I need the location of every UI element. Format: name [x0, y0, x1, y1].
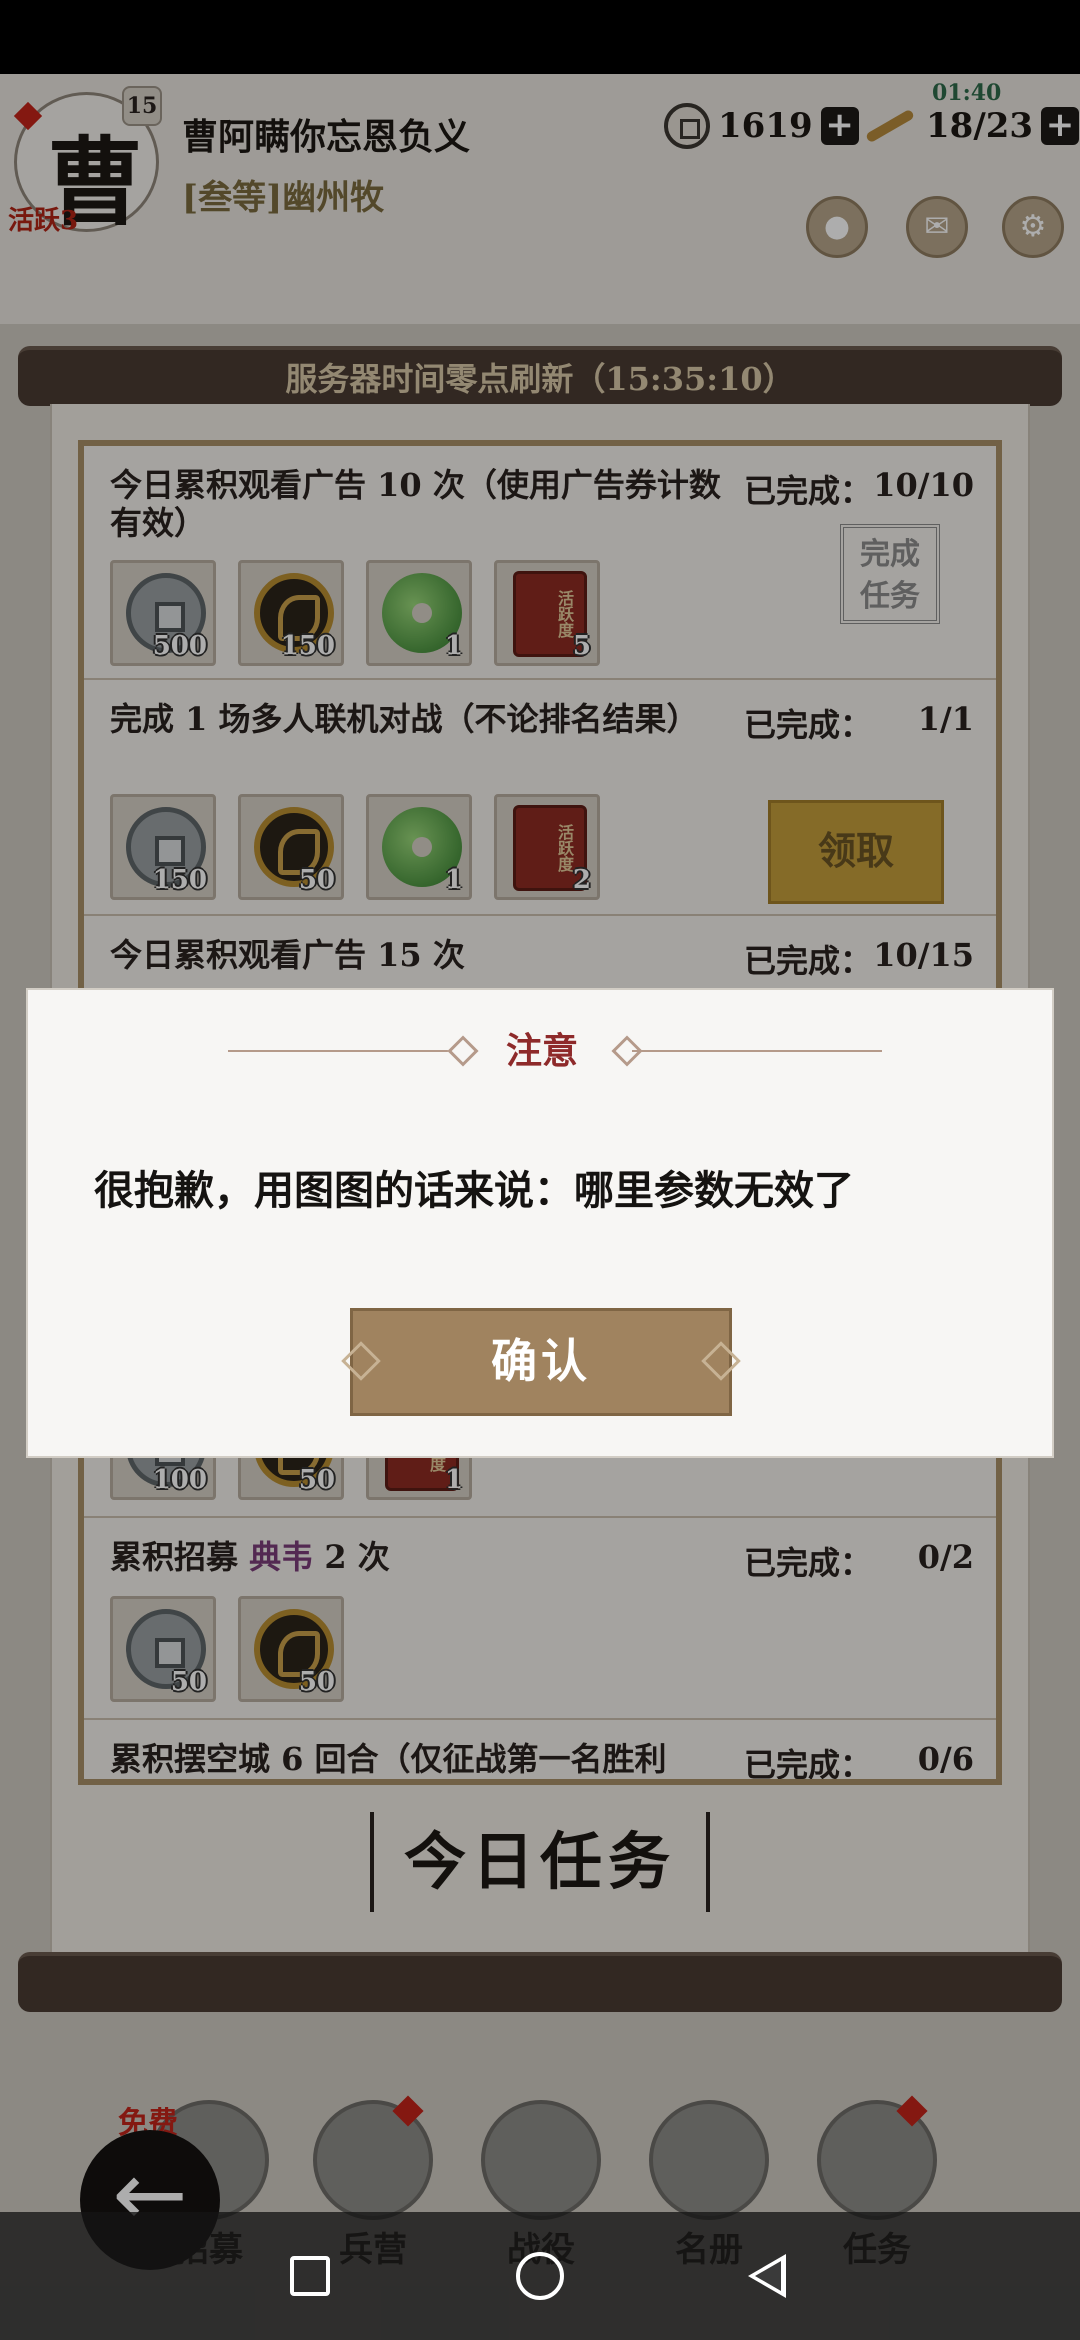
dialog-message: 很抱歉，用图图的话来说：哪里参数无效了 — [94, 1168, 854, 1214]
recents-icon[interactable] — [290, 2256, 330, 2296]
back-triangle-icon[interactable] — [748, 2254, 786, 2298]
confirm-button[interactable]: 确认 — [350, 1308, 732, 1416]
dialog-title: 注意 — [505, 1030, 578, 1072]
dialog-header: 注意 — [28, 1026, 1056, 1076]
alert-dialog: 注意 很抱歉，用图图的话来说：哪里参数无效了 确认 — [26, 988, 1054, 1458]
status-bar — [0, 0, 1080, 74]
home-icon[interactable] — [516, 2252, 564, 2300]
